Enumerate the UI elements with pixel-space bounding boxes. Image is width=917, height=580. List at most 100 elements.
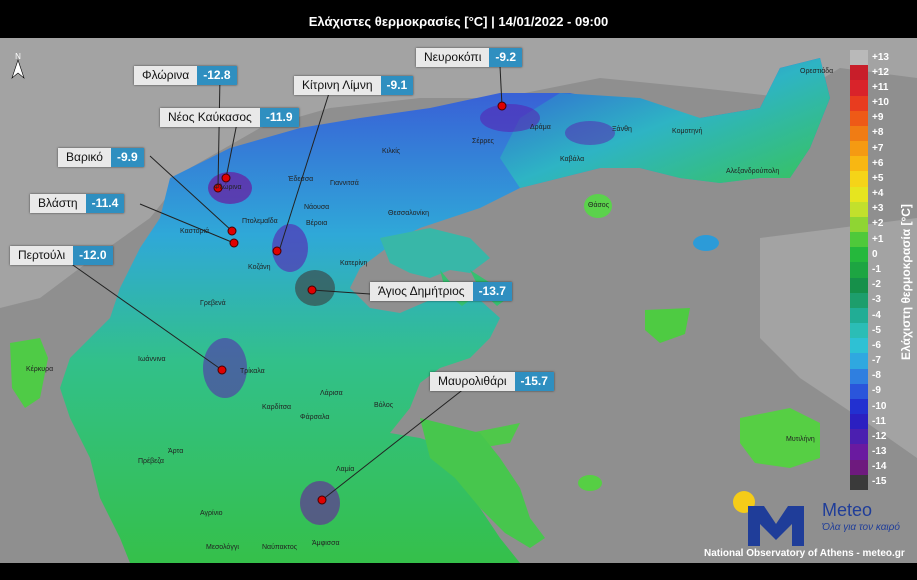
legend-swatch bbox=[850, 232, 868, 248]
cold-spot-rhodope-east bbox=[565, 121, 615, 145]
legend-tick-label: +10 bbox=[872, 97, 889, 109]
town-label: Νάουσα bbox=[304, 204, 330, 211]
legend-swatch bbox=[850, 353, 868, 370]
station-value: -9.1 bbox=[380, 76, 414, 95]
town-label: Λάρισα bbox=[320, 390, 343, 397]
samothraki-island bbox=[693, 235, 719, 251]
town-label: Κοζάνη bbox=[248, 264, 271, 271]
station-name: Περτούλι bbox=[10, 246, 74, 265]
legend-tick-label: -5 bbox=[872, 324, 881, 336]
legend-tick-label: +2 bbox=[872, 218, 884, 230]
legend-title: Ελάχιστη θερμοκρασία [°C] bbox=[899, 204, 913, 360]
town-label: Λαμία bbox=[336, 466, 355, 473]
legend-swatch bbox=[850, 216, 868, 233]
town-label: Δράμα bbox=[530, 124, 551, 131]
station-label-florina[interactable]: Φλώρινα -12.8 bbox=[134, 66, 237, 85]
lemnos-island bbox=[645, 308, 690, 343]
legend-tick-label: -14 bbox=[872, 461, 887, 473]
town-label: Θεσσαλονίκη bbox=[388, 210, 429, 217]
legend-tick-label: -11 bbox=[872, 415, 886, 427]
legend-tick-label: +5 bbox=[872, 172, 884, 184]
town-label: Μυτιλήνη bbox=[786, 436, 815, 443]
town-label: Κέρκυρα bbox=[26, 366, 54, 373]
legend-swatch bbox=[850, 338, 868, 354]
station-label-variko[interactable]: Βαρικό -9.9 bbox=[58, 148, 144, 167]
corfu-island bbox=[10, 338, 48, 408]
station-label-vlasti[interactable]: Βλάστη -11.4 bbox=[30, 194, 125, 213]
town-label: Θάσος bbox=[588, 202, 610, 209]
legend-swatch bbox=[850, 50, 868, 66]
legend-swatch bbox=[850, 80, 868, 97]
legend-swatch bbox=[850, 156, 868, 172]
north-arrow-icon: N bbox=[11, 52, 25, 79]
station-name: Φλώρινα bbox=[134, 66, 198, 85]
legend-swatch bbox=[850, 368, 868, 385]
legend-tick-label: +3 bbox=[872, 203, 884, 215]
legend-tick-label: -2 bbox=[872, 279, 881, 291]
legend-tick-label: -8 bbox=[872, 370, 881, 382]
town-label: Άμφισσα bbox=[312, 540, 340, 547]
legend-tick-label: +7 bbox=[872, 142, 884, 154]
legend-tick-label: -13 bbox=[872, 446, 887, 458]
legend-swatch bbox=[850, 307, 868, 324]
legend-swatch bbox=[850, 171, 868, 188]
town-label: Βόλος bbox=[374, 402, 394, 409]
station-value: -9.9 bbox=[110, 148, 144, 167]
station-value: -13.7 bbox=[472, 282, 512, 301]
legend-tick-label: -15 bbox=[872, 476, 887, 488]
legend-swatch bbox=[850, 262, 868, 279]
legend-tick-label: +1 bbox=[872, 233, 884, 245]
station-name: Βλάστη bbox=[30, 194, 86, 213]
town-label: Πρέβεζα bbox=[138, 458, 164, 465]
legend-swatch bbox=[850, 414, 868, 430]
map-area[interactable]: N Φλώρινα Έδεσσα Γιαννιτσά Κιλκίς Σέρρες… bbox=[0, 38, 917, 563]
town-label: Ναύπακτος bbox=[262, 544, 298, 551]
town-label: Άρτα bbox=[168, 448, 184, 455]
north-letter: N bbox=[15, 52, 21, 61]
logo-wordmark: Meteo bbox=[822, 500, 873, 520]
town-label: Σέρρες bbox=[472, 138, 494, 145]
station-value: -12.8 bbox=[197, 66, 237, 85]
station-value: -11.4 bbox=[85, 194, 125, 213]
legend-tick-label: -6 bbox=[872, 339, 881, 351]
legend-swatch bbox=[850, 110, 868, 127]
town-label: Καβάλα bbox=[560, 156, 585, 163]
legend-tick-label: +6 bbox=[872, 157, 884, 169]
station-value: -15.7 bbox=[514, 372, 554, 391]
legend-tick-label: -1 bbox=[872, 264, 881, 275]
town-label: Φάρσαλα bbox=[300, 414, 330, 421]
station-label-kitrini-limni[interactable]: Κίτρινη Λίμνη -9.1 bbox=[294, 76, 414, 95]
legend-swatch bbox=[850, 201, 868, 218]
town-label: Κιλκίς bbox=[382, 148, 401, 155]
station-label-agios-dimitrios[interactable]: Άγιος Δημήτριος -13.7 bbox=[370, 282, 512, 301]
station-value: -12.0 bbox=[73, 246, 113, 265]
station-label-nevrokopi[interactable]: Νευροκόπι -9.2 bbox=[416, 48, 523, 67]
town-label: Τρίκαλα bbox=[240, 368, 265, 375]
legend-tick-label: +9 bbox=[872, 112, 884, 124]
station-name: Κίτρινη Λίμνη bbox=[294, 76, 381, 95]
legend-swatch bbox=[850, 186, 868, 203]
town-label: Κομοτηνή bbox=[672, 128, 703, 135]
meteo-logo[interactable]: Meteo Όλα για τον καιρό bbox=[728, 488, 908, 548]
legend-tick-label: +8 bbox=[872, 127, 884, 139]
town-label: Ορεστιάδα bbox=[800, 68, 834, 75]
legend-tick-label: +11 bbox=[872, 81, 889, 93]
town-label: Γιαννιτσά bbox=[330, 180, 359, 187]
legend-swatch bbox=[850, 292, 868, 309]
town-label: Κατερίνη bbox=[340, 260, 368, 267]
legend-swatch bbox=[850, 444, 868, 461]
station-label-pertouli[interactable]: Περτούλι -12.0 bbox=[10, 246, 113, 265]
town-label: Ιωάννινα bbox=[138, 356, 166, 363]
station-value: -9.2 bbox=[489, 48, 523, 67]
town-label: Φλώρινα bbox=[214, 184, 242, 191]
station-label-mavrolithari[interactable]: Μαυρολιθάρι -15.7 bbox=[430, 372, 554, 391]
town-label: Πτολεμαΐδα bbox=[242, 218, 278, 225]
legend-swatch bbox=[850, 277, 868, 294]
credit-text: National Observatory of Athens - meteo.g… bbox=[704, 548, 905, 559]
legend-swatch bbox=[850, 429, 868, 445]
station-name: Άγιος Δημήτριος bbox=[370, 282, 473, 301]
legend-tick-label: +4 bbox=[872, 188, 884, 200]
station-label-neos-kafkasos[interactable]: Νέος Καύκασος -11.9 bbox=[160, 108, 299, 127]
legend-tick-label: -4 bbox=[872, 309, 881, 321]
legend-swatch bbox=[850, 141, 868, 157]
